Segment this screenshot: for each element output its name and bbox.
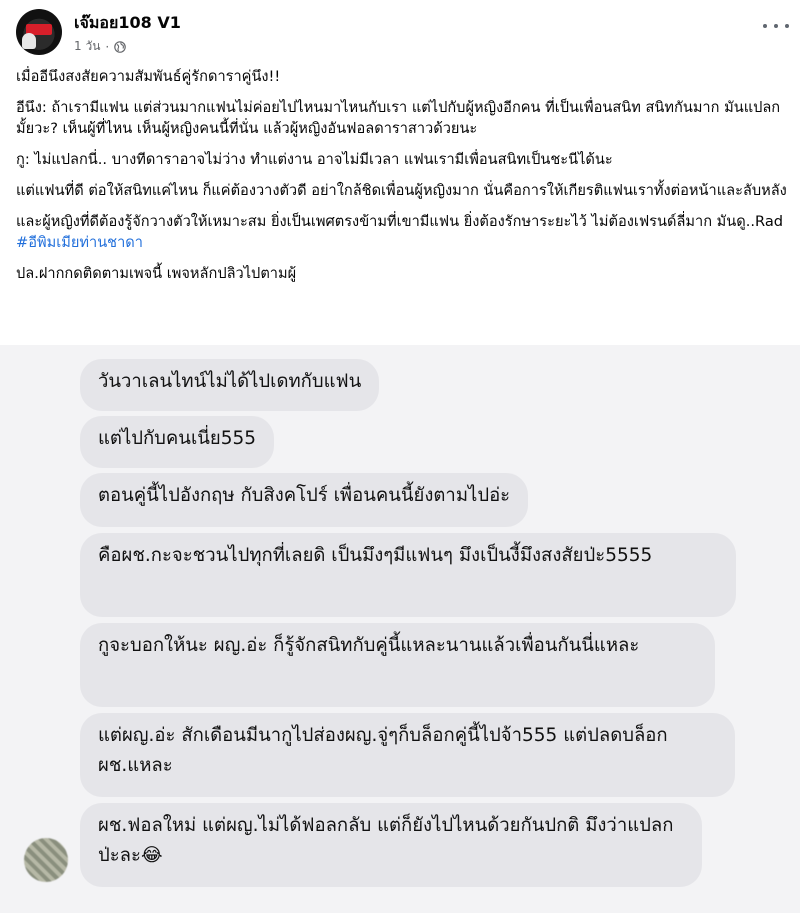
facebook-post: เจ๊มอย108 V1 1 วัน · เมื่ออีนึงสงสัยความ… xyxy=(0,0,800,345)
chat-message-bubble: คือผช.กะจะชวนไปทุกที่เลยดิ เป็นมึงๆมีแฟน… xyxy=(80,533,736,617)
post-paragraph-3: กู: ไม่แปลกนี่.. บางทีดาราอาจไม่ว่าง ทำแ… xyxy=(16,151,613,168)
chat-message-bubble: แต่ผญ.อ่ะ สักเดือนมีนากูไปส่องผญ.จู่ๆก็บ… xyxy=(80,713,735,797)
post-paragraph-2: อีนึง: ถ้าเรามีแฟน แต่ส่วนมากแฟนไม่ค่อยไ… xyxy=(16,99,781,137)
chat-message-bubble: แต่ไปกับคนเนี่ย555 xyxy=(80,416,275,468)
avatar-figure xyxy=(22,33,36,49)
globe-icon xyxy=(114,40,127,53)
post-paragraph-5: และผู้หญิงที่ดีต้องรู้จักวางตัวให้เหมาะส… xyxy=(16,211,790,253)
chat-message-bubble: กูจะบอกให้นะ ผญ.อ่ะ ก็รู้จักสนิทกับคู่นี… xyxy=(80,623,715,707)
more-options-icon[interactable] xyxy=(763,18,789,34)
post-paragraph-6: ปล.ฝากกดติดตามเพจนี้ เพจหลักปลิวไปตามผู้ xyxy=(16,265,297,282)
post-timestamp[interactable]: 1 วัน xyxy=(74,37,100,56)
chat-message-bubble: ตอนคู่นี้ไปอังกฤษ กับสิงคโปร์ เพื่อนคนนี… xyxy=(80,473,529,527)
post-paragraph-5-text: และผู้หญิงที่ดีต้องรู้จักวางตัวให้เหมาะส… xyxy=(16,213,784,230)
post-text: เมื่ออีนึงสงสัยความสัมพันธ์คู่รักดาราคู่… xyxy=(16,66,790,294)
chat-sender-avatar xyxy=(24,838,68,882)
post-author-name[interactable]: เจ๊มอย108 V1 xyxy=(74,11,181,36)
chat-message-bubble: วันวาเลนไทน์ไม่ได้ไปเดทกับแฟน xyxy=(80,359,380,411)
chat-message-bubble: ผช.ฟอลใหม่ แต่ผญ.ไม่ได้ฟอลกลับ แต่ก็ยังไ… xyxy=(80,803,702,887)
meta-separator: · xyxy=(105,39,110,54)
hashtag-link[interactable]: #อีพิมเมียท่านชาดา xyxy=(16,234,143,251)
post-meta: 1 วัน · xyxy=(74,37,127,56)
post-paragraph-4: แต่แฟนที่ดี ต่อให้สนิทแค่ไหน ก็แค่ต้องวา… xyxy=(16,182,787,199)
page-avatar[interactable] xyxy=(16,9,62,55)
post-paragraph-1: เมื่ออีนึงสงสัยความสัมพันธ์คู่รักดาราคู่… xyxy=(16,68,281,85)
